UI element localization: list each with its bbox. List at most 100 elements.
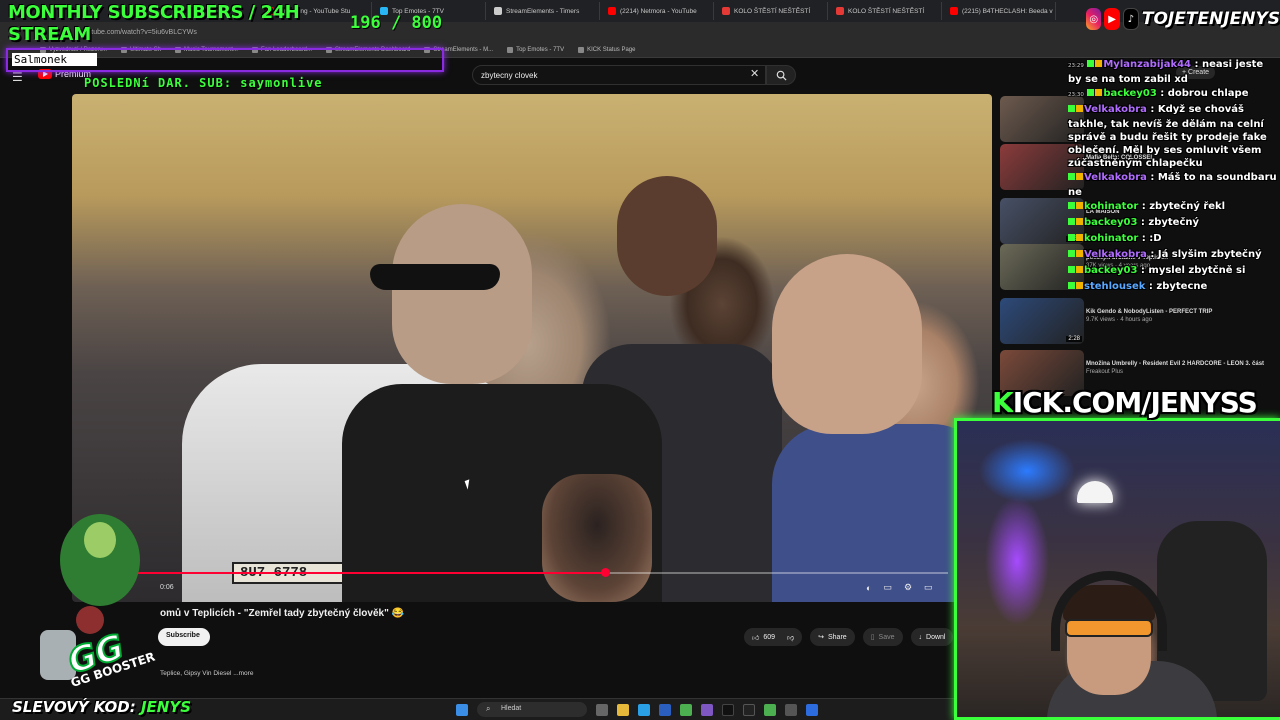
chat-username[interactable]: backey03 xyxy=(1084,217,1137,228)
recommendation-title: Množina Umbrelly - Resident Evil 2 HARDC… xyxy=(1086,361,1265,367)
settings-gear-icon[interactable]: ⚙ xyxy=(904,582,912,593)
search-icon xyxy=(776,70,787,81)
chat-text: : myslel zbytčně si xyxy=(1137,265,1246,276)
video-person-shape xyxy=(392,204,532,384)
chat-message: backey03 : myslel zbytčně si xyxy=(1068,264,1280,279)
browser-tab[interactable]: StreamElements - Timers xyxy=(488,2,600,20)
video-tattoo-shape xyxy=(542,474,652,602)
like-button[interactable]: 👍︎ 609 👎︎ xyxy=(744,628,803,646)
webcam-glasses-shape xyxy=(1065,619,1153,637)
video-player[interactable]: 8U7 6778 xyxy=(72,94,992,602)
tab-label: StreamElements - Timers xyxy=(506,7,580,15)
chat-message: backey03 : zbytečný xyxy=(1068,216,1280,231)
chat-text: : zbytečný xyxy=(1137,217,1200,228)
save-label: Save xyxy=(878,633,895,641)
menu-icon[interactable]: ☰ xyxy=(12,70,23,84)
youtube-icon: ▶ xyxy=(1104,8,1120,30)
chat-username[interactable]: Mylanzabijak44 xyxy=(1103,59,1191,70)
tab-favicon-icon xyxy=(722,7,730,15)
recommendation-meta[interactable]: Množina Umbrelly - Resident Evil 2 HARDC… xyxy=(1086,360,1276,376)
chat-username[interactable]: kohinator xyxy=(1084,233,1138,244)
bookmark-label: Top Emotes - 7TV xyxy=(516,46,565,53)
chat-message: kohinator : zbytečný řekl xyxy=(1068,200,1280,215)
sub-badge-icon xyxy=(1076,218,1083,225)
file-explorer-icon[interactable] xyxy=(617,703,629,716)
browser-tab[interactable]: (2215) B4THECLASH: Beeda v xyxy=(944,2,1056,20)
search-input[interactable]: zbytecny clovek xyxy=(472,65,766,85)
chat-username[interactable]: backey03 xyxy=(1084,265,1137,276)
chrome-icon[interactable] xyxy=(764,703,776,716)
task-view-icon[interactable] xyxy=(596,703,608,716)
chat-text: : zbytecne xyxy=(1145,281,1208,292)
chat-username[interactable]: Velkakobra xyxy=(1084,172,1147,183)
save-button[interactable]: ▯ Save xyxy=(862,628,903,646)
video-person-shape xyxy=(772,254,922,434)
sub-badge-icon xyxy=(1076,173,1083,180)
name-alert-box: Salmonek xyxy=(6,48,444,72)
chat-text: : dobrou chlape xyxy=(1156,88,1249,99)
chat-username[interactable]: backey03 xyxy=(1103,88,1156,99)
recommendation-thumbnail[interactable]: 2:28 xyxy=(1000,298,1084,344)
webcam-feed xyxy=(954,418,1280,720)
chat-username[interactable]: stehlousek xyxy=(1084,281,1145,292)
recommendation-stats: Freakout Plus xyxy=(1086,369,1124,375)
video-description[interactable]: Teplice, Gipsy Vin Diesel ...more xyxy=(160,670,253,677)
discord-icon[interactable] xyxy=(701,703,713,716)
autoplay-toggle-icon[interactable]: ◐ xyxy=(866,583,871,593)
kick-badge-icon xyxy=(1087,60,1095,67)
download-button[interactable]: ↓ Downl xyxy=(910,628,954,646)
recommendation-title: Kik Gendo & NobodyListen - PERFECT TRIP xyxy=(1086,309,1213,315)
webcam-lamp-shape xyxy=(1077,481,1113,503)
video-actions: 👍︎ 609 👎︎ ↪ Share ▯ Save ↓ Downl xyxy=(744,628,954,646)
share-button[interactable]: ↪ Share xyxy=(810,628,855,646)
last-donation-label: POSLEDNí DAR. SUB: saymonlive xyxy=(84,76,323,90)
kick-badge-icon xyxy=(1068,202,1075,209)
browser-tab[interactable]: KOLO ŠTĚSTÍ NEŠTĚSTÍ xyxy=(830,2,942,20)
bookmark-item[interactable]: Top Emotes - 7TV xyxy=(507,46,565,53)
captions-icon[interactable]: ▭ xyxy=(883,582,892,593)
chrome-icon[interactable] xyxy=(680,703,692,716)
chat-username[interactable]: kohinator xyxy=(1084,201,1138,212)
app-icon[interactable] xyxy=(743,703,755,716)
kick-badge-icon xyxy=(1068,218,1075,225)
bookmark-item[interactable]: KICK Status Page xyxy=(578,46,635,53)
app-icon[interactable] xyxy=(659,703,671,716)
kick-badge-icon xyxy=(1068,250,1075,257)
clear-search-icon[interactable]: ✕ xyxy=(750,67,759,80)
browser-tab[interactable]: (2214) Netmora - YouTube xyxy=(602,2,714,20)
theater-mode-icon[interactable]: ▭ xyxy=(924,582,933,593)
video-progress-bar[interactable] xyxy=(90,568,948,577)
app-icon[interactable] xyxy=(722,703,734,716)
edge-icon[interactable] xyxy=(638,703,650,716)
recommendation-stats: 9.7K views · 4 hours ago xyxy=(1086,317,1153,323)
app-icon[interactable] xyxy=(806,703,818,716)
browser-tab[interactable]: KOLO ŠTĚSTÍ NEŠTĚSTÍ xyxy=(716,2,828,20)
save-icon: ▯ xyxy=(870,634,875,641)
tab-label: KOLO ŠTĚSTÍ NEŠTĚSTÍ xyxy=(734,7,811,15)
download-icon: ↓ xyxy=(918,633,923,641)
share-icon: ↪ xyxy=(818,634,824,641)
chat-message: 23:29 Mylanzabijak44 : neasi jeste by se… xyxy=(1068,58,1280,86)
kick-badge-icon xyxy=(1068,173,1075,180)
tab-favicon-icon xyxy=(494,7,502,15)
video-scrubber-knob[interactable] xyxy=(600,568,610,577)
name-alert-text: Salmonek xyxy=(12,53,97,66)
tab-label: (2214) Netmora - YouTube xyxy=(620,7,697,15)
windows-start-icon[interactable] xyxy=(456,703,468,716)
tab-favicon-icon xyxy=(836,7,844,15)
search-button[interactable] xyxy=(766,65,796,85)
taskbar-search[interactable]: Hledat xyxy=(477,702,587,717)
chat-message: 23:30 backey03 : dobrou chlape xyxy=(1068,87,1280,102)
chat-text: : Já slyšim zbytečný xyxy=(1146,249,1262,260)
recommendation-meta[interactable]: Kik Gendo & NobodyListen - PERFECT TRIP 9… xyxy=(1086,308,1276,324)
video-duration: 2:28 xyxy=(1066,336,1082,342)
chat-username[interactable]: Velkakobra xyxy=(1084,249,1147,260)
chat-username[interactable]: Velkakobra xyxy=(1084,104,1147,115)
settings-gear-icon[interactable] xyxy=(785,703,797,716)
dislike-icon[interactable]: 👎︎ xyxy=(787,633,794,642)
chat-message: Velkakobra : Když se chováš takhle, tak … xyxy=(1068,103,1280,170)
kick-badge-icon xyxy=(1068,282,1075,289)
url-text[interactable]: youtube.com/watch?v=5iu6vBLCYWs xyxy=(80,29,197,36)
sub-badge-icon xyxy=(1076,250,1083,257)
thumbs-up-icon: 👍︎ xyxy=(752,634,760,642)
